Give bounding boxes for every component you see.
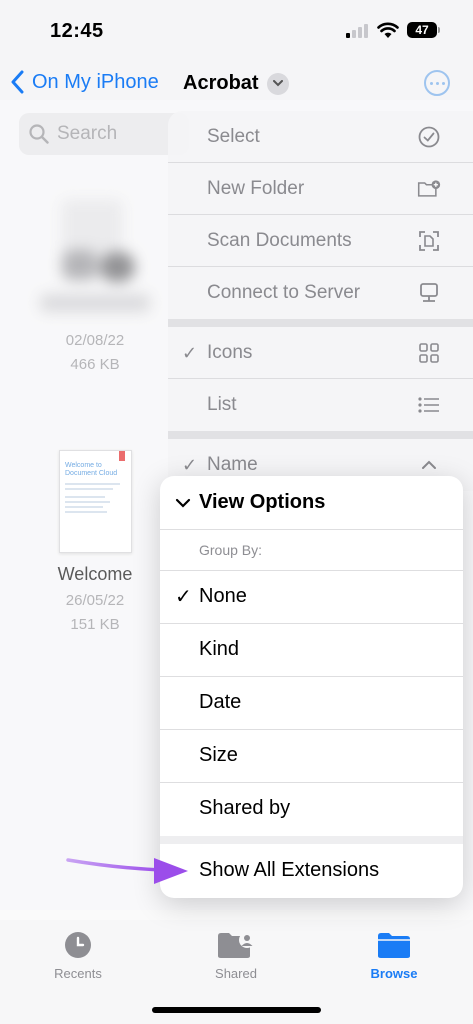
cellular-signal-icon: [346, 24, 370, 38]
tab-label: Shared: [215, 966, 257, 981]
wifi-icon: [377, 22, 399, 38]
chevron-left-icon: [11, 70, 24, 94]
menu-item-connect-to-server[interactable]: Connect to Server: [168, 267, 473, 319]
option-label: Size: [199, 744, 238, 766]
folder-icon: [344, 930, 444, 960]
option-label: Shared by: [199, 797, 291, 819]
checkmark-icon: ✓: [182, 454, 198, 475]
group-by-label: Group By:: [199, 542, 263, 558]
menu-item-list[interactable]: List: [168, 379, 473, 431]
tab-recents[interactable]: Recents: [28, 930, 128, 981]
group-option-date[interactable]: Date: [160, 676, 463, 729]
annotation-arrow-icon: [66, 858, 188, 884]
shared-folder-icon: [186, 930, 286, 960]
clock-icon: [28, 930, 128, 960]
view-options-submenu: View Options Group By: ✓ None Kind Date …: [160, 476, 463, 898]
menu-item-label: New Folder: [207, 178, 305, 199]
submenu-title: View Options: [199, 491, 326, 513]
ellipsis-icon: [429, 81, 433, 85]
menu-item-icons[interactable]: ✓ Icons: [168, 327, 473, 379]
view-options-header[interactable]: View Options: [160, 476, 463, 529]
menu-item-select[interactable]: Select: [168, 111, 473, 163]
option-label: Date: [199, 691, 242, 713]
back-button-label: On My iPhone: [32, 70, 159, 93]
chevron-up-icon: [417, 453, 441, 477]
option-label: Show All Extensions: [199, 859, 380, 881]
group-option-size[interactable]: Size: [160, 729, 463, 782]
menu-item-label: Icons: [207, 342, 253, 363]
menu-item-label: Scan Documents: [207, 230, 352, 251]
page-title: Acrobat: [183, 72, 259, 94]
status-bar: 12:45 47: [0, 0, 473, 60]
menu-item-label: List: [207, 394, 237, 415]
folder-plus-icon: [417, 177, 441, 201]
chevron-down-icon: [175, 491, 191, 514]
chevron-down-icon: [266, 72, 289, 95]
back-button[interactable]: On My iPhone: [10, 70, 159, 94]
menu-item-label: Connect to Server: [207, 282, 361, 303]
scan-document-icon: [417, 229, 441, 253]
battery-tip: [438, 27, 440, 33]
server-icon: [417, 281, 441, 305]
checkmark-icon: ✓: [175, 586, 192, 608]
tab-label: Browse: [370, 966, 418, 981]
menu-item-label: Select: [207, 126, 260, 147]
more-options-menu: Select New Folder Scan Documents Connect…: [168, 111, 473, 491]
battery-icon: 47: [407, 22, 437, 38]
grid-icon: [417, 341, 441, 365]
show-all-extensions-button[interactable]: Show All Extensions: [160, 844, 463, 897]
checkmark-icon: ✓: [182, 342, 198, 363]
list-icon: [417, 393, 441, 417]
group-option-none[interactable]: ✓ None: [160, 570, 463, 623]
status-time: 12:45: [50, 20, 104, 42]
option-label: Kind: [199, 638, 240, 660]
checkmark-circle-icon: [417, 125, 441, 149]
menu-item-new-folder[interactable]: New Folder: [168, 163, 473, 215]
tab-browse[interactable]: Browse: [344, 930, 444, 981]
tab-label: Recents: [54, 966, 102, 981]
group-option-shared-by[interactable]: Shared by: [160, 782, 463, 835]
group-option-kind[interactable]: Kind: [160, 623, 463, 676]
more-options-button[interactable]: [424, 70, 450, 96]
folder-title-button[interactable]: Acrobat: [183, 72, 289, 95]
option-label: None: [199, 585, 247, 607]
home-indicator: [152, 1007, 321, 1013]
tab-shared[interactable]: Shared: [186, 930, 286, 981]
menu-item-label: Name: [207, 454, 258, 475]
menu-item-scan-documents[interactable]: Scan Documents: [168, 215, 473, 267]
